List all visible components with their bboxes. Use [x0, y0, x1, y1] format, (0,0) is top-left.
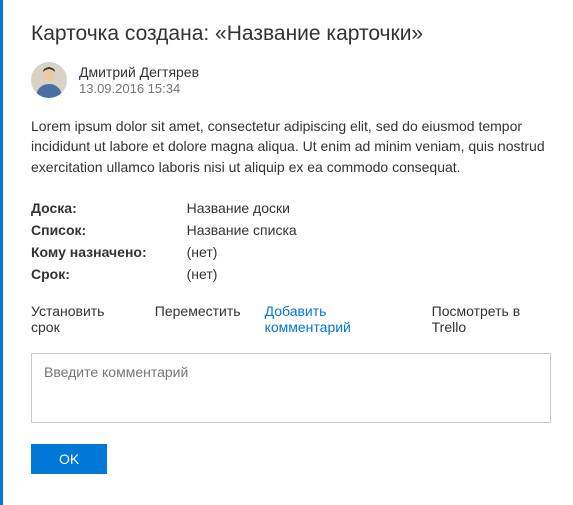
field-due: Срок: (нет): [31, 263, 297, 285]
field-value: Название доски: [187, 197, 297, 219]
field-label: Доска:: [31, 197, 187, 219]
field-label: Кому назначено:: [31, 241, 187, 263]
card-notification: Карточка создана: «Название карточки» Дм…: [0, 0, 573, 505]
action-move[interactable]: Переместить: [155, 303, 241, 335]
field-value: (нет): [187, 263, 297, 285]
author-meta: Дмитрий Дегтярев 13.09.2016 15:34: [79, 64, 199, 96]
action-set-due[interactable]: Установить срок: [31, 303, 131, 335]
field-label: Список:: [31, 219, 187, 241]
field-value: (нет): [187, 241, 297, 263]
comment-input[interactable]: [31, 353, 551, 423]
field-list: Список: Название списка: [31, 219, 297, 241]
card-title: Карточка создана: «Название карточки»: [31, 22, 551, 46]
field-board: Доска: Название доски: [31, 197, 297, 219]
card-description: Lorem ipsum dolor sit amet, consectetur …: [31, 116, 551, 177]
submit-button[interactable]: OK: [31, 444, 107, 474]
fields-table: Доска: Название доски Список: Название с…: [31, 197, 297, 285]
action-add-comment[interactable]: Добавить комментарий: [265, 303, 408, 335]
field-label: Срок:: [31, 263, 187, 285]
action-view-trello[interactable]: Посмотреть в Trello: [432, 303, 551, 335]
actions-row: Установить срок Переместить Добавить ком…: [31, 303, 551, 335]
author-row: Дмитрий Дегтярев 13.09.2016 15:34: [31, 62, 551, 98]
timestamp: 13.09.2016 15:34: [79, 81, 199, 96]
field-assigned: Кому назначено: (нет): [31, 241, 297, 263]
avatar: [31, 62, 67, 98]
author-name: Дмитрий Дегтярев: [79, 64, 199, 80]
field-value: Название списка: [187, 219, 297, 241]
